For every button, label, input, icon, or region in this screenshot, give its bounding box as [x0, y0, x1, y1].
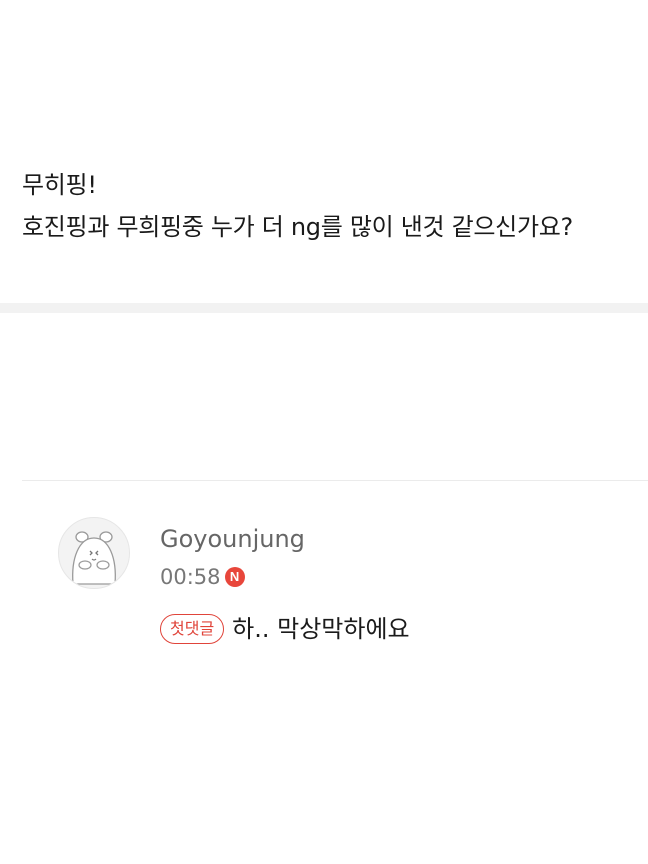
new-badge-label: N — [229, 569, 240, 584]
comment-body: 첫댓글 하.. 막상막하에요 — [160, 611, 410, 647]
first-comment-badge-label: 첫댓글 — [170, 619, 215, 638]
section-divider — [0, 303, 648, 313]
hamster-avatar-icon — [72, 531, 116, 585]
new-badge: N — [224, 567, 245, 587]
post-body: 무히핑! 호진핑과 무희핑중 누가 더 ng를 많이 낸것 같으신가요? — [0, 0, 648, 303]
comment-item: Goyounjung 00:58 N 첫댓글 하.. 막상막하에요 — [0, 481, 648, 864]
first-comment-badge: 첫댓글 — [160, 614, 225, 644]
post-text-line-1: 무히핑! — [22, 171, 97, 199]
avatar[interactable] — [58, 517, 130, 589]
post-text-line-2: 호진핑과 무희핑중 누가 더 ng를 많이 낸것 같으신가요? — [22, 213, 573, 241]
comment-author[interactable]: Goyounjung — [160, 525, 305, 553]
comment-time: 00:58 — [160, 565, 221, 589]
comment-meta: 00:58 N — [160, 563, 245, 591]
comment-text: 하.. 막상막하에요 — [232, 615, 410, 643]
